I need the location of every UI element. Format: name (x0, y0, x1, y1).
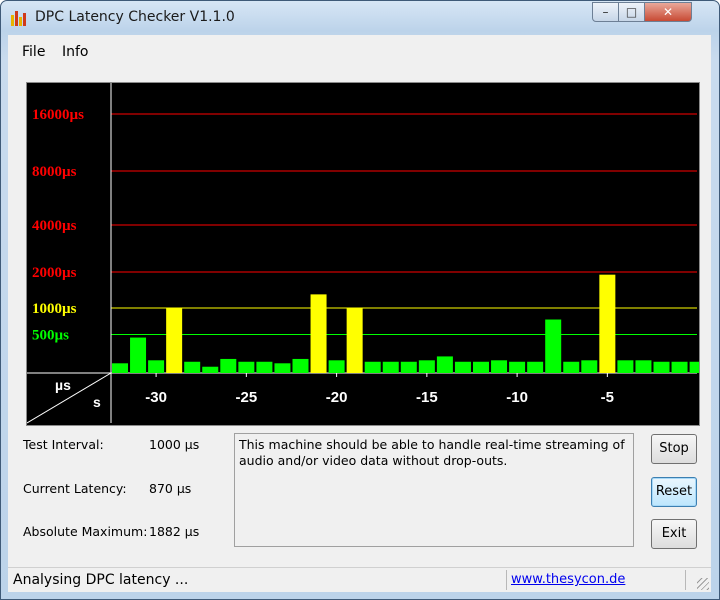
title-bar[interactable]: DPC Latency Checker V1.1.0 – □ ✕ (1, 1, 719, 35)
latency-bar (310, 294, 327, 373)
window-title: DPC Latency Checker V1.1.0 (35, 9, 235, 25)
status-message: This machine should be able to handle re… (234, 433, 634, 547)
x-tick-label: -20 (326, 389, 348, 406)
status-divider (685, 570, 686, 590)
y-tick-label: 1000µs (32, 301, 77, 317)
latency-bar (653, 361, 670, 373)
latency-bar (617, 360, 634, 373)
x-tick-label: -15 (416, 389, 438, 406)
status-divider (506, 570, 507, 590)
reset-button[interactable]: Reset (651, 477, 697, 507)
latency-bar (148, 360, 165, 373)
stop-button[interactable]: Stop (651, 434, 697, 464)
corner-y-unit: µs (55, 377, 71, 393)
maximize-button[interactable]: □ (618, 2, 645, 22)
latency-chart: 500µs 1000µs 2000µs 4000µs 8000µs 16000µs µs s -… (26, 82, 700, 426)
menu-info[interactable]: Info (62, 44, 89, 60)
test-interval-value: 1000 µs (149, 437, 200, 452)
latency-bar (328, 360, 345, 373)
latency-bar (112, 363, 128, 373)
absolute-maximum-value: 1882 µs (149, 524, 200, 539)
close-button[interactable]: ✕ (644, 2, 692, 22)
latency-chart-svg: 500µs 1000µs 2000µs 4000µs 8000µs 16000µs µs s -… (27, 83, 699, 424)
latency-bar (545, 319, 562, 373)
latency-bar (491, 360, 508, 373)
latency-bar (689, 361, 699, 373)
minimize-button[interactable]: – (592, 2, 619, 22)
latency-bar (202, 366, 219, 373)
y-tick-label: 2000µs (32, 265, 77, 281)
x-tick-label: -10 (506, 389, 528, 406)
current-latency-label: Current Latency: (23, 481, 127, 496)
latency-bar (436, 356, 453, 373)
latency-bar (418, 360, 435, 373)
latency-bar (382, 361, 399, 373)
x-tick-label: -25 (236, 389, 258, 406)
latency-bar (256, 361, 273, 373)
status-bar: Analysing DPC latency ... www.thesycon.d… (8, 567, 711, 592)
latency-bar (563, 361, 580, 373)
latency-bar (220, 358, 237, 373)
x-tick-label: -30 (145, 389, 167, 406)
absolute-maximum-label: Absolute Maximum: (23, 524, 148, 539)
status-text: Analysing DPC latency ... (13, 572, 189, 588)
corner-x-unit: s (93, 394, 101, 410)
latency-bar (509, 361, 526, 373)
y-tick-label: 500µs (32, 328, 69, 344)
app-icon (11, 10, 29, 26)
latency-bar (130, 337, 147, 373)
latency-bar (400, 361, 417, 373)
current-latency-value: 870 µs (149, 481, 192, 496)
latency-bar (238, 361, 255, 373)
app-window: DPC Latency Checker V1.1.0 – □ ✕ File In… (0, 0, 720, 600)
latency-bar (527, 361, 544, 373)
latency-bar (454, 361, 471, 373)
latency-bar (364, 361, 381, 373)
exit-button[interactable]: Exit (651, 519, 697, 549)
latency-bar (599, 274, 616, 373)
latency-bar (292, 358, 309, 373)
y-tick-label: 16000µs (32, 107, 84, 123)
website-link[interactable]: www.thesycon.de (511, 572, 625, 587)
latency-bar (635, 360, 652, 373)
latency-bar (473, 361, 489, 373)
resize-grip[interactable] (697, 578, 709, 590)
test-interval-label: Test Interval: (23, 437, 104, 452)
latency-bar (346, 308, 363, 373)
latency-bar (581, 360, 598, 373)
latency-bar (274, 363, 291, 373)
x-tick-label: -5 (601, 389, 614, 406)
client-area: File Info 500µs 1000µs 2000µs 4000µs 8000µs 1… (8, 35, 711, 592)
menu-bar: File Info (8, 35, 711, 65)
menu-file[interactable]: File (22, 44, 45, 60)
latency-bar (671, 361, 688, 373)
latency-bar (166, 308, 183, 373)
y-tick-label: 8000µs (32, 164, 77, 180)
y-tick-label: 4000µs (32, 218, 77, 234)
latency-bar (184, 361, 201, 373)
